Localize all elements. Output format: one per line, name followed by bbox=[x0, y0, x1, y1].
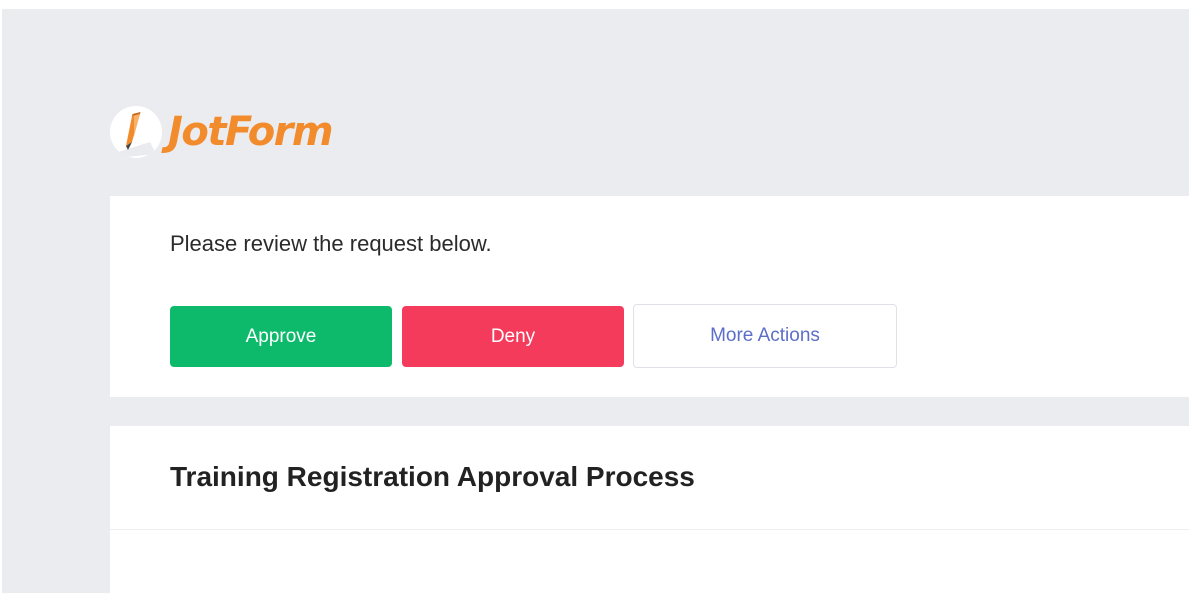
form-card: Training Registration Approval Process bbox=[110, 426, 1189, 593]
form-title: Training Registration Approval Process bbox=[170, 461, 695, 492]
more-actions-button[interactable]: More Actions bbox=[633, 304, 897, 368]
review-message: Please review the request below. bbox=[170, 231, 492, 256]
brand-name: JotForm bbox=[168, 109, 334, 155]
page-background: JotForm Please review the request below.… bbox=[2, 9, 1189, 593]
deny-button[interactable]: Deny bbox=[402, 306, 624, 367]
approve-button[interactable]: Approve bbox=[170, 306, 392, 367]
jotform-logo[interactable]: JotForm bbox=[110, 105, 334, 159]
review-card: Please review the request below. Approve… bbox=[110, 196, 1189, 397]
pencil-icon bbox=[110, 106, 162, 158]
divider bbox=[110, 529, 1189, 530]
